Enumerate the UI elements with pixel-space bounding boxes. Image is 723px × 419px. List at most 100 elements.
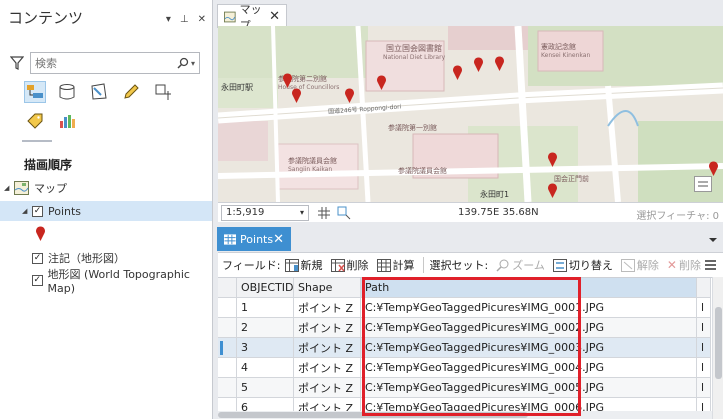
delete-selected-button[interactable]: ✕ 削除 <box>667 257 701 273</box>
cell-objectid[interactable]: 5 <box>237 378 294 398</box>
table-row[interactable]: 2 ポイント Z C:¥Temp¥GeoTaggedPicures¥IMG_00… <box>218 318 711 338</box>
list-by-selection-icon[interactable] <box>88 81 110 103</box>
cell-objectid[interactable]: 4 <box>237 358 294 378</box>
contents-title: コンテンツ <box>8 9 84 27</box>
point-marker[interactable] <box>473 56 484 73</box>
table-row[interactable]: 4 ポイント Z C:¥Temp¥GeoTaggedPicures¥IMG_00… <box>218 358 711 378</box>
map-label-sanno: 参議院第一別館 <box>388 124 437 132</box>
table-tab-label: Points <box>240 232 274 246</box>
expand-arrow-icon[interactable]: ◢ <box>4 184 14 192</box>
selection-label: 選択セット: <box>429 259 489 272</box>
cell-objectid[interactable]: 2 <box>237 318 294 338</box>
tab-map[interactable]: マップ ✕ <box>217 3 287 32</box>
point-marker[interactable] <box>494 55 505 72</box>
column-header[interactable] <box>697 278 711 298</box>
table-row[interactable]: 1 ポイント Z C:¥Temp¥GeoTaggedPicures¥IMG_00… <box>218 298 711 318</box>
scale-dropdown[interactable]: 1:5,919 ▾ <box>221 204 309 221</box>
menu-icon[interactable] <box>704 259 717 271</box>
cell-objectid[interactable]: 1 <box>237 298 294 318</box>
delete-field-button[interactable]: 削除 <box>330 257 369 273</box>
expand-arrow-icon[interactable]: ◢ <box>22 207 32 215</box>
list-by-snapping-icon[interactable] <box>152 81 174 103</box>
cell-extra[interactable]: l <box>697 318 711 338</box>
point-marker[interactable] <box>291 87 302 104</box>
funnel-icon[interactable] <box>10 56 24 70</box>
row-selector[interactable] <box>218 318 237 338</box>
column-header[interactable]: OBJECTID <box>237 278 294 298</box>
pin-icon[interactable]: ⊥ <box>180 14 189 25</box>
table-row[interactable]: 3 ポイント Z C:¥Temp¥GeoTaggedPicures¥IMG_00… <box>218 338 711 358</box>
point-marker[interactable] <box>547 151 558 168</box>
tab-points-table[interactable]: Points ✕ <box>217 227 291 251</box>
cell-path[interactable]: C:¥Temp¥GeoTaggedPicures¥IMG_0004.JPG <box>361 358 697 378</box>
navigator-icon[interactable] <box>694 176 712 192</box>
column-header[interactable]: Shape <box>294 278 361 298</box>
map-canvas[interactable]: 国立国会図書館 National Diet Library 参議院第二別館 Ho… <box>218 26 723 202</box>
checkbox-annotation[interactable]: ✓ <box>32 252 43 264</box>
table-tab-bar: Points ✕ <box>217 227 723 251</box>
row-selector[interactable] <box>218 298 237 318</box>
row-selector[interactable] <box>218 338 237 358</box>
cell-path[interactable]: C:¥Temp¥GeoTaggedPicures¥IMG_0002.JPG <box>361 318 697 338</box>
cell-shape[interactable]: ポイント Z <box>294 298 361 318</box>
zoom-to-button[interactable]: ズーム <box>496 257 545 273</box>
close-pane-icon[interactable]: ✕ <box>198 14 206 25</box>
checkbox-points[interactable]: ✓ <box>32 205 43 217</box>
list-by-labeling-icon[interactable] <box>24 110 46 132</box>
horizontal-scrollbar[interactable] <box>218 411 712 419</box>
row-selector-header[interactable] <box>218 278 237 298</box>
tree-item-points[interactable]: ◢ ✓ Points <box>0 201 212 221</box>
switch-selection-label: 切り替え <box>568 259 613 272</box>
row-selector[interactable] <box>218 378 237 398</box>
cell-shape[interactable]: ポイント Z <box>294 378 361 398</box>
list-by-drawing-order-icon[interactable] <box>24 81 46 103</box>
list-by-source-icon[interactable] <box>56 81 78 103</box>
clear-selection-button[interactable]: 解除 <box>620 257 659 273</box>
tab-overflow-icon[interactable] <box>708 236 718 244</box>
cell-extra[interactable]: l <box>697 298 711 318</box>
cell-shape[interactable]: ポイント Z <box>294 338 361 358</box>
tree-item-map[interactable]: ◢ マップ <box>0 178 212 198</box>
list-by-editing-icon[interactable] <box>120 81 142 103</box>
add-field-button[interactable]: 新規 <box>284 257 323 273</box>
table-row[interactable]: 5 ポイント Z C:¥Temp¥GeoTaggedPicures¥IMG_00… <box>218 378 711 398</box>
close-tab-icon[interactable]: ✕ <box>269 9 280 24</box>
cell-extra[interactable]: l <box>697 378 711 398</box>
row-selector[interactable] <box>218 358 237 378</box>
point-marker[interactable] <box>547 182 558 199</box>
map-label-giin-kaikan: 参議院議員会館 <box>288 157 337 165</box>
point-marker[interactable] <box>708 160 719 177</box>
cell-extra[interactable]: l <box>697 358 711 378</box>
snapping-icon[interactable] <box>337 206 351 220</box>
map-label-giin-kaikan-en: Sangiin Kaikan <box>288 166 333 173</box>
vertical-scrollbar[interactable] <box>712 277 723 419</box>
point-marker[interactable] <box>452 64 463 81</box>
point-marker[interactable] <box>344 87 355 104</box>
cell-shape[interactable]: ポイント Z <box>294 358 361 378</box>
switch-selection-button[interactable]: 切り替え <box>552 257 613 273</box>
checkbox-basemap[interactable]: ✓ <box>32 274 43 286</box>
close-tab-icon[interactable]: ✕ <box>273 232 284 247</box>
pane-options-icon[interactable]: ▾ <box>166 14 171 25</box>
map-tab-bar: マップ ✕ <box>217 0 723 32</box>
tree-item-basemap[interactable]: ✓ 地形図 (World Topographic Map) <box>0 268 212 295</box>
calculate-field-button[interactable]: 計算 <box>376 257 415 273</box>
point-marker[interactable] <box>376 74 387 91</box>
cell-objectid[interactable]: 3 <box>237 338 294 358</box>
cell-shape[interactable]: ポイント Z <box>294 318 361 338</box>
search-dropdown-icon[interactable]: ▾ <box>191 59 195 68</box>
search-icon[interactable] <box>177 57 189 69</box>
cell-path[interactable]: C:¥Temp¥GeoTaggedPicures¥IMG_0001.JPG <box>361 298 697 318</box>
zoom-to-icon <box>496 259 509 272</box>
grid-icon[interactable] <box>317 206 331 220</box>
list-by-charts-icon[interactable] <box>56 110 78 132</box>
cell-path[interactable]: C:¥Temp¥GeoTaggedPicures¥IMG_0003.JPG <box>361 338 697 358</box>
column-header[interactable]: Path <box>361 278 697 298</box>
scroll-thumb[interactable] <box>715 307 722 379</box>
search-box[interactable]: ▾ <box>30 52 200 74</box>
cell-path[interactable]: C:¥Temp¥GeoTaggedPicures¥IMG_0005.JPG <box>361 378 697 398</box>
scroll-thumb[interactable] <box>218 412 528 418</box>
cell-extra[interactable]: l <box>697 338 711 358</box>
search-input[interactable] <box>35 56 177 70</box>
calculate-field-label: 計算 <box>392 259 415 272</box>
